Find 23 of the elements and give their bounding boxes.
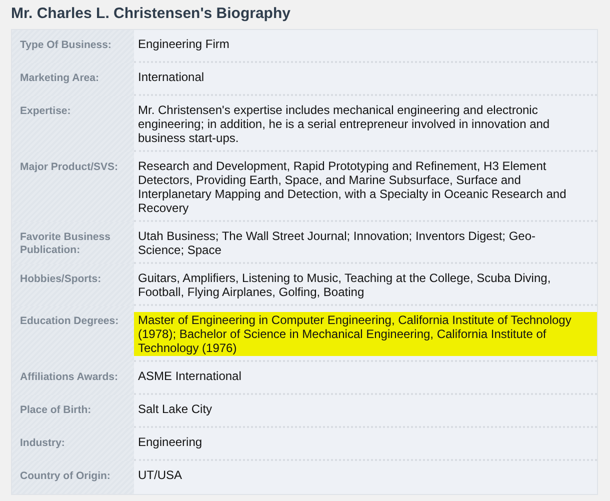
field-value: Engineering Firm [137,36,230,52]
field-value: UT/USA [137,467,184,483]
field-label: Major Product/SVS: [12,152,134,222]
field-label: Affiliations Awards: [12,362,134,395]
field-value: Guitars, Amplifiers, Listening to Music, Teaching at the College, Scuba Diving, Football, Flying Airplanes, Golfing, Boating [137,270,552,300]
field-label: Industry: [12,428,134,461]
field-label: Place of Birth: [12,395,134,428]
field-value: Utah Business; The Wall Street Journal; Innovation; Inventors Digest; Geo-Science; Space [137,228,537,258]
field-label: Type Of Business: [12,30,134,63]
field-value: Research and Development, Rapid Prototyping and Refinement, H3 Element Detectors, Providing Earth, Space, and Marine Subsurface, Surface and Interplanetary Mapping and Detection, with a Specialty in Oceanic Research and Recovery [137,158,568,216]
field-label: Expertise: [12,96,134,152]
field-label: Education Degrees: [12,306,134,362]
field-value: Salt Lake City [137,401,214,417]
field-value: International [137,69,206,85]
field-value: Engineering [137,434,204,450]
biography-title: Mr. Charles L. Christensen's Biography [11,4,292,23]
field-label: Marketing Area: [12,63,134,96]
field-value: ASME International [137,368,242,384]
field-label: Country of Origin: [12,461,134,494]
field-label: Hobbies/Sports: [12,264,134,306]
field-value: Master of Engineering in Computer Engineering, California Institute of Technology (1978); Bachelor of Science in Mechanical Engineering, California Institute of Technology (1976) [134,312,597,356]
field-label: Favorite Business Publication: [12,222,134,264]
field-value: Mr. Christensen's expertise includes mechanical engineering and electronic engineering; in addition, he is a serial entrepreneur involved in innovation and business start-ups. [137,102,551,146]
